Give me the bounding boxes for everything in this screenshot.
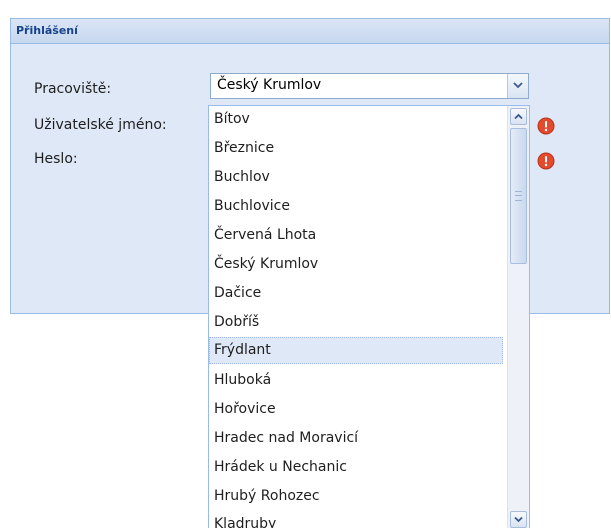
dropdown-option[interactable]: Bítov [209, 106, 503, 133]
grip-icon [515, 191, 522, 201]
dropdown-option[interactable]: Buchlovice [209, 193, 503, 220]
workplace-combobox[interactable]: Český Krumlov [210, 73, 529, 99]
workplace-selected-value[interactable]: Český Krumlov [217, 77, 321, 93]
dropdown-scrollbar[interactable] [507, 106, 529, 528]
workplace-label: Pracoviště: [34, 81, 112, 97]
password-error-icon [537, 152, 555, 170]
username-error-icon [537, 117, 555, 135]
dropdown-option[interactable]: Hrádek u Nechanic [209, 454, 503, 481]
dropdown-option[interactable]: Kladruby [209, 511, 503, 528]
username-label: Uživatelské jméno: [34, 117, 167, 133]
dropdown-option[interactable]: Český Krumlov [209, 251, 503, 278]
dropdown-option[interactable]: Buchlov [209, 164, 503, 191]
scroll-up-button[interactable] [510, 108, 527, 125]
dropdown-option[interactable]: Dobříš [209, 309, 503, 336]
login-screen: Přihlášení Pracoviště: Uživatelské jméno… [0, 0, 611, 528]
dropdown-option[interactable]: Červená Lhota [209, 222, 503, 249]
panel-title: Přihlášení [16, 24, 78, 37]
workplace-dropdown-list: Bítov Březnice Buchlov Buchlovice Červen… [208, 105, 530, 528]
scroll-down-button[interactable] [510, 511, 527, 528]
workplace-dropdown-trigger[interactable] [507, 74, 528, 98]
dropdown-option[interactable]: Dačice [209, 280, 503, 307]
dropdown-option-highlighted[interactable]: Frýdlant [209, 337, 503, 364]
dropdown-option[interactable]: Březnice [209, 135, 503, 162]
scroll-thumb[interactable] [510, 128, 527, 264]
dropdown-option[interactable]: Hradec nad Moravicí [209, 425, 503, 452]
dropdown-option[interactable]: Hluboká [209, 367, 503, 394]
password-label: Heslo: [34, 151, 78, 167]
panel-header: Přihlášení [11, 19, 609, 44]
dropdown-option[interactable]: Hrubý Rohozec [209, 483, 503, 510]
dropdown-option[interactable]: Hořovice [209, 396, 503, 423]
